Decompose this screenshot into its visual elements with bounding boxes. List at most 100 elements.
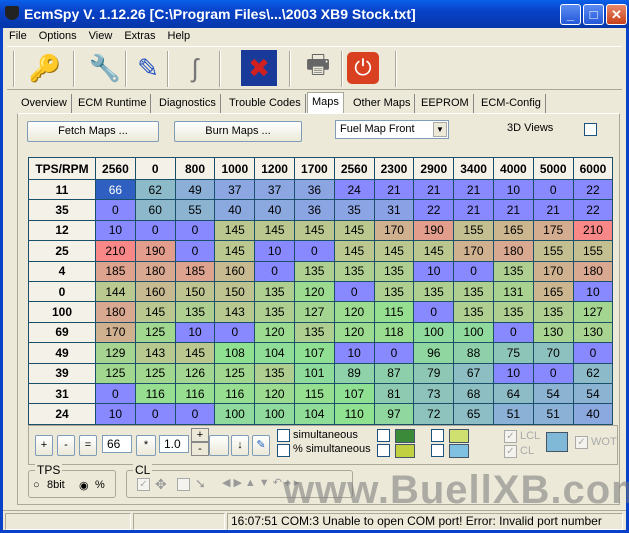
map-cell[interactable]: 31 [373,199,415,221]
3d-views-checkbox[interactable] [584,123,597,136]
map-cell[interactable]: 115 [293,382,335,405]
map-cell[interactable]: 60 [134,199,176,221]
fill-view-icon[interactable] [395,444,415,458]
map-cell[interactable]: 73 [413,382,455,405]
map-cell[interactable]: 127 [572,301,614,323]
map-cell[interactable]: 135 [174,301,216,323]
map-cell[interactable]: 0 [174,240,216,262]
map-cell[interactable]: 21 [373,178,415,201]
map-cell[interactable]: 0 [413,301,455,323]
map-cell[interactable]: 135 [492,260,534,282]
map-cell[interactable]: 54 [572,382,614,405]
map-cell[interactable]: 145 [214,240,256,262]
map-cell[interactable]: 36 [293,178,335,201]
map-select[interactable]: Fuel Map Front ▼ [335,120,449,139]
map-cell[interactable]: 10 [492,362,534,384]
map-cell[interactable]: 0 [293,240,335,262]
map-cell[interactable]: 21 [532,199,574,221]
map-cell[interactable]: 62 [134,178,176,201]
map-cell[interactable]: 126 [174,362,216,384]
map-cell[interactable]: 170 [373,219,415,242]
map-cell[interactable]: 0 [95,199,136,221]
map-cell[interactable]: 10 [413,260,455,282]
minus-button[interactable]: - [57,435,75,456]
map-cell[interactable]: 135 [254,362,295,384]
map-cell[interactable]: 135 [532,301,574,323]
map-cell[interactable]: 10 [492,178,534,201]
map-cell[interactable]: 120 [333,301,375,323]
map-cell[interactable]: 0 [532,362,574,384]
map-cell[interactable]: 40 [254,199,295,221]
map-cell[interactable]: 170 [453,240,494,262]
map-cell[interactable]: 135 [492,301,534,323]
map-cell[interactable]: 108 [214,342,256,364]
pct-simultaneous-checkbox[interactable] [277,444,290,457]
map-cell[interactable]: 165 [492,219,534,242]
map-cell[interactable]: 75 [492,342,534,364]
map-cell[interactable]: 170 [532,260,574,282]
map-cell[interactable]: 170 [95,321,136,344]
chip-edit-icon[interactable]: ✎ [130,50,166,86]
grid-option-checkbox-2[interactable] [377,444,390,457]
printer-icon[interactable]: 🖶 [300,49,336,86]
map-cell[interactable]: 37 [254,178,295,201]
chevron-down-icon[interactable]: ▼ [433,122,447,137]
map-cell[interactable]: 87 [373,362,415,384]
pencil-icon[interactable]: ✎ [252,435,270,456]
map-cell[interactable]: 155 [572,240,614,262]
map-cell[interactable]: 0 [174,219,216,242]
power-icon[interactable]: ⏻ [347,52,379,84]
map-cell[interactable]: 68 [453,382,494,405]
map-cell[interactable]: 145 [373,240,415,262]
map-cell[interactable]: 10 [333,342,375,364]
menu-view[interactable]: View [89,30,113,42]
map-cell[interactable]: 62 [572,362,614,384]
map-cell[interactable]: 0 [333,280,375,303]
map-cell[interactable]: 0 [453,260,494,282]
line-chart-icon[interactable] [449,444,469,458]
map-cell[interactable]: 100 [254,403,295,425]
map-cell[interactable]: 120 [254,321,295,344]
move-icon[interactable]: ✥ [155,476,167,493]
map-cell[interactable]: 0 [134,403,176,425]
map-cell[interactable]: 96 [413,342,455,364]
fetch-maps-button[interactable]: Fetch Maps ... [27,121,159,142]
map-cell[interactable]: 0 [254,260,295,282]
map-cell[interactable]: 135 [333,260,375,282]
map-cell[interactable]: 120 [333,321,375,344]
map-cell[interactable]: 145 [254,219,295,242]
menu-help[interactable]: Help [168,30,191,42]
factor-input[interactable]: 1.0 [159,435,189,453]
map-cell[interactable]: 145 [134,301,176,323]
map-cell[interactable]: 51 [492,403,534,425]
map-cell[interactable]: 0 [174,403,216,425]
tab-other-maps[interactable]: Other Maps [349,94,416,114]
tab-diagnostics[interactable]: Diagnostics [155,94,221,114]
map-cell[interactable]: 135 [373,280,415,303]
map-cell[interactable]: 116 [134,382,176,405]
map-cell[interactable]: 145 [214,219,256,242]
map-cell[interactable]: 107 [333,382,375,405]
map-cell[interactable]: 100 [453,321,494,344]
grid-option-checkbox-4[interactable] [431,444,444,457]
map-cell[interactable]: 79 [413,362,455,384]
tps-percent-radio[interactable]: ◉ [79,479,89,492]
map-cell[interactable]: 150 [174,280,216,303]
map-cell[interactable]: 88 [453,342,494,364]
tab-maps[interactable]: Maps [307,92,344,114]
burn-maps-button[interactable]: Burn Maps ... [174,121,302,142]
map-cell[interactable]: 89 [333,362,375,384]
down-arrow-button[interactable]: ↓ [231,435,249,456]
map-cell[interactable]: 185 [174,260,216,282]
keys-icon[interactable]: 🔑 [27,50,63,86]
map-cell[interactable]: 210 [95,240,136,262]
map-cell[interactable]: 10 [95,219,136,242]
map-cell[interactable]: 21 [413,178,455,201]
map-cell[interactable]: 66 [95,178,136,201]
map-cell[interactable]: 127 [293,301,335,323]
tab-overview[interactable]: Overview [17,94,72,114]
3d-surface-icon[interactable] [546,432,568,452]
serial-cable-icon[interactable]: ʃ [177,50,213,86]
map-cell[interactable]: 180 [95,301,136,323]
map-cell[interactable]: 100 [214,403,256,425]
